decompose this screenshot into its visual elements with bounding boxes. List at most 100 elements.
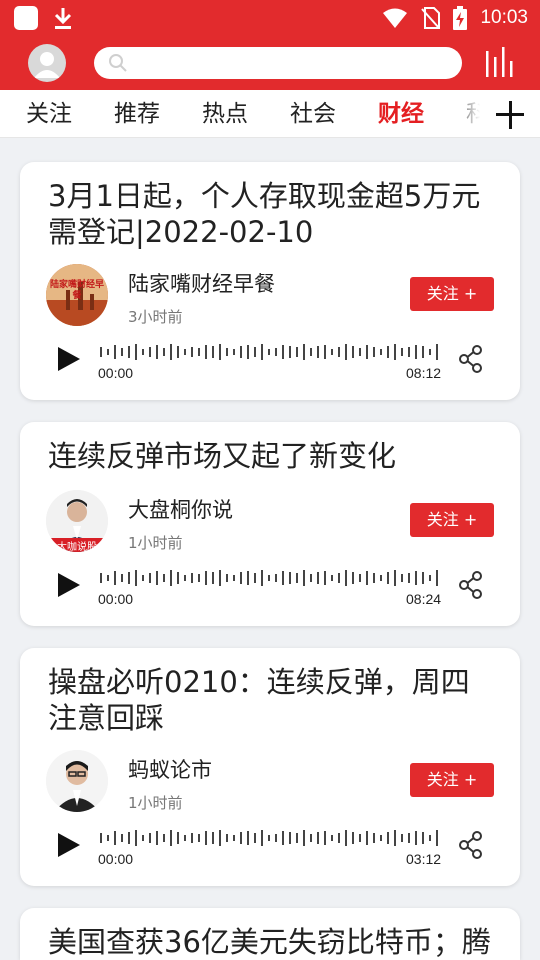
- waveform-bar: [394, 830, 396, 846]
- waveform-bar: [268, 575, 270, 581]
- follow-button[interactable]: 关注 +: [410, 277, 494, 311]
- waveform-bar: [219, 830, 221, 846]
- waveform-bar: [247, 345, 249, 359]
- waveform-bar: [422, 346, 424, 358]
- tab-society[interactable]: 社会: [290, 90, 336, 137]
- waveform-bar: [275, 348, 277, 356]
- search-bar[interactable]: [94, 47, 462, 79]
- waveform-bar: [387, 832, 389, 844]
- author-name[interactable]: 大盘桐你说: [128, 494, 233, 524]
- waveform-bar: [352, 832, 354, 844]
- play-icon[interactable]: [56, 345, 82, 373]
- waveform-bar: [170, 344, 172, 360]
- waveform-bar: [177, 832, 179, 844]
- tab-finance[interactable]: 财经: [378, 90, 424, 137]
- share-icon[interactable]: [458, 571, 484, 599]
- waveform-bar: [149, 833, 151, 843]
- waveform-bar: [415, 345, 417, 359]
- waveform-bar: [324, 345, 326, 359]
- user-avatar[interactable]: [28, 44, 66, 82]
- author-name[interactable]: 蚂蚁论市: [128, 754, 212, 784]
- waveform-bar: [184, 349, 186, 355]
- tab-hot[interactable]: 热点: [202, 90, 248, 137]
- app-header: 10:03: [0, 0, 540, 90]
- waveform[interactable]: [98, 568, 440, 588]
- waveform-bar: [205, 571, 207, 585]
- news-card[interactable]: 美国查获36亿美元失窃比特币；腾: [20, 908, 520, 960]
- waveform-bar: [240, 346, 242, 358]
- download-icon: [54, 8, 72, 29]
- waveform-bar: [219, 570, 221, 586]
- share-icon[interactable]: [458, 831, 484, 859]
- play-icon[interactable]: [56, 571, 82, 599]
- waveform-bar: [359, 574, 361, 582]
- waveform-bar: [219, 344, 221, 360]
- waveform-bar: [324, 571, 326, 585]
- waveform[interactable]: [98, 342, 440, 362]
- follow-button[interactable]: 关注 +: [410, 763, 494, 797]
- waveform-bar: [415, 571, 417, 585]
- waveform[interactable]: [98, 828, 440, 848]
- waveform-bar: [254, 573, 256, 583]
- search-input[interactable]: [138, 47, 448, 79]
- current-time: 00:00: [98, 851, 134, 867]
- waveform-bar: [303, 570, 305, 586]
- waveform-bar: [261, 570, 263, 586]
- news-card[interactable]: 操盘必听0210：连续反弹，周四注意回踩 蚂蚁论市 1小时前 关注 + 00:0…: [20, 648, 520, 886]
- waveform-bar: [247, 571, 249, 585]
- news-card[interactable]: 连续反弹市场又起了新变化 大咖说股 大盘桐你说 1小时前 关注 + 00:00 …: [20, 422, 520, 626]
- author-name[interactable]: 陆家嘴财经早餐: [128, 268, 275, 298]
- waveform-bar: [100, 833, 102, 843]
- news-card[interactable]: 3月1日起，个人存取现金超5万元需登记|2022-02-10 陆家嘴财经早餐 陆…: [20, 162, 520, 400]
- card-title[interactable]: 3月1日起，个人存取现金超5万元需登记|2022-02-10: [48, 178, 498, 250]
- waveform-bar: [163, 574, 165, 582]
- waveform-bar: [310, 574, 312, 582]
- waveform-bar: [121, 834, 123, 842]
- waveform-bar: [177, 346, 179, 358]
- author-avatar[interactable]: [46, 750, 108, 812]
- waveform-bar: [380, 575, 382, 581]
- waveform-bar: [429, 575, 431, 581]
- tab-fade: [450, 90, 480, 137]
- time-ago: 1小时前: [128, 534, 183, 552]
- waveform-bar: [128, 346, 130, 358]
- wifi-icon: [383, 8, 408, 28]
- waveform-bar: [359, 348, 361, 356]
- waveform-bar: [338, 347, 340, 357]
- waveform-bar: [282, 345, 284, 359]
- waveform-bar: [170, 570, 172, 586]
- waveform-bar: [156, 345, 158, 359]
- waveform-bar: [198, 834, 200, 842]
- author-avatar[interactable]: 大咖说股: [46, 490, 108, 552]
- waveform-bar: [387, 346, 389, 358]
- waveform-bar: [282, 831, 284, 845]
- card-title[interactable]: 美国查获36亿美元失窃比特币；腾: [48, 924, 498, 960]
- add-tab-button[interactable]: [480, 90, 540, 137]
- waveform-bar: [184, 575, 186, 581]
- avatar-label: 陆家嘴财经早餐: [49, 280, 104, 301]
- share-icon[interactable]: [458, 345, 484, 373]
- card-title[interactable]: 连续反弹市场又起了新变化: [48, 438, 498, 474]
- follow-button[interactable]: 关注 +: [410, 503, 494, 537]
- waveform-bar: [268, 349, 270, 355]
- tab-recommended[interactable]: 推荐: [114, 90, 160, 137]
- author-avatar[interactable]: 陆家嘴财经早餐: [46, 264, 108, 326]
- waveform-bar: [380, 835, 382, 841]
- waveform-bar: [177, 572, 179, 584]
- waveform-bar: [394, 570, 396, 586]
- waveform-bar: [366, 831, 368, 845]
- audio-chart-icon[interactable]: [484, 47, 518, 77]
- waveform-bar: [338, 573, 340, 583]
- tab-follow[interactable]: 关注: [26, 90, 72, 137]
- waveform-bar: [422, 572, 424, 584]
- waveform-bar: [317, 832, 319, 844]
- waveform-bar: [233, 575, 235, 581]
- waveform-bar: [107, 575, 109, 581]
- waveform-bar: [233, 835, 235, 841]
- waveform-bar: [436, 570, 438, 586]
- battery-charging-icon: [453, 6, 468, 30]
- waveform-bar: [135, 570, 137, 586]
- card-title[interactable]: 操盘必听0210：连续反弹，周四注意回踩: [48, 664, 498, 736]
- waveform-bar: [163, 348, 165, 356]
- play-icon[interactable]: [56, 831, 82, 859]
